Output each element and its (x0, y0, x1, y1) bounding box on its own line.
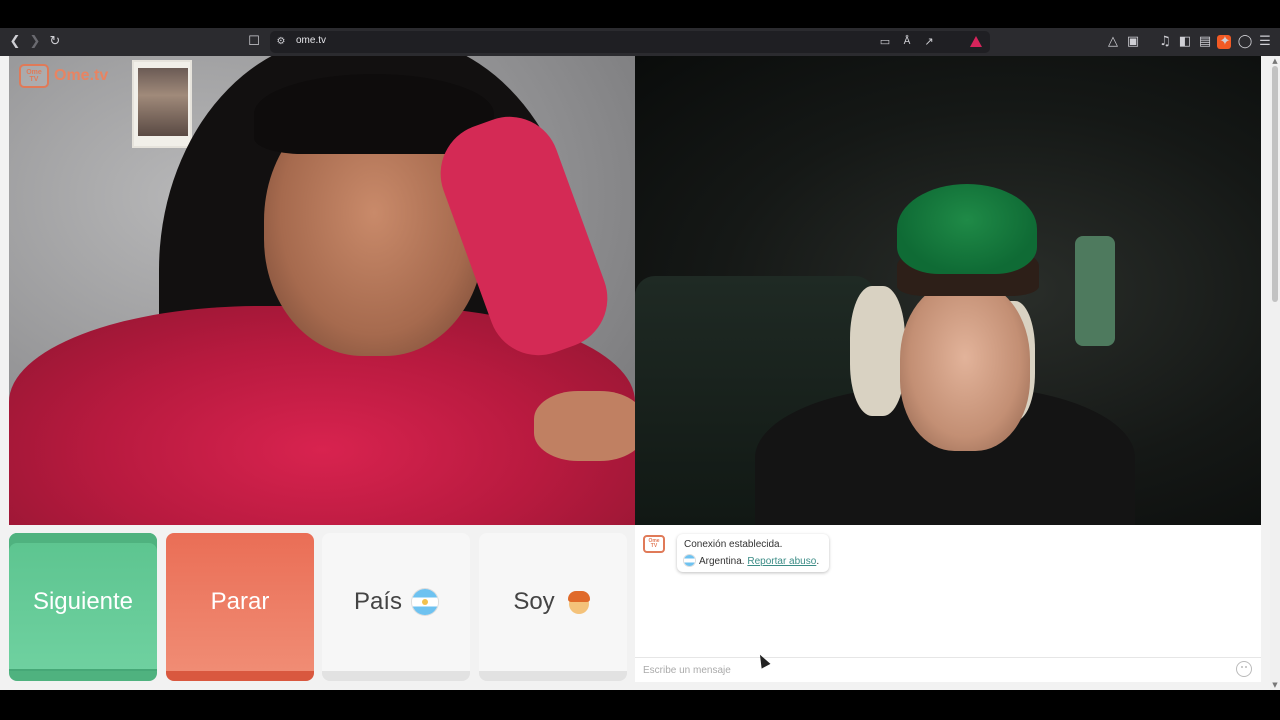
gender-button[interactable]: Soy (479, 533, 627, 681)
person-face (900, 281, 1030, 451)
gender-button-label: Soy (513, 588, 555, 615)
stop-button-label: Parar (210, 588, 270, 615)
tv-logo-icon: Ome TV (643, 535, 665, 553)
remote-video: ​ (635, 56, 1261, 525)
back-icon[interactable]: ❮ (6, 33, 24, 51)
page-scrollbar[interactable]: ▲ ▼ (1270, 56, 1280, 690)
stop-button[interactable]: Parar (166, 533, 314, 681)
scroll-down-icon[interactable]: ▼ (1270, 680, 1280, 690)
reload-icon[interactable]: ↻ (46, 33, 64, 51)
chat-panel: Ome TV Conexión establecida. Argentina. … (635, 525, 1261, 682)
report-abuse-link[interactable]: Reportar abuso (747, 556, 816, 567)
url-text: ome.tv (296, 35, 327, 46)
next-button[interactable]: Siguiente (9, 533, 157, 681)
local-video: Ome TV Ome.tv (9, 56, 635, 525)
site-logo[interactable]: Ome TV Ome.tv (19, 61, 119, 91)
window-bottom-bar (0, 690, 1280, 720)
window-top-bar (0, 0, 1280, 28)
argentina-flag-icon (684, 555, 695, 566)
address-bar[interactable]: ⚙ ome.tv ▭ Å ↗ (270, 31, 1231, 53)
system-message: Conexión establecida. Argentina. Reporta… (677, 534, 829, 572)
logo-text: Ome.tv (54, 67, 109, 84)
brave-rewards-icon[interactable] (970, 36, 982, 47)
share-icon[interactable]: ↗ (920, 33, 938, 51)
cast-icon[interactable]: ▭ (876, 33, 894, 51)
forward-icon[interactable]: ❯ (26, 33, 44, 51)
tv-logo-icon: Ome TV (19, 64, 49, 88)
wall-poster (132, 60, 192, 148)
next-button-label: Siguiente (32, 588, 134, 615)
emoji-icon[interactable] (1236, 661, 1252, 677)
scroll-up-icon[interactable]: ▲ (1270, 56, 1280, 66)
translate-icon[interactable]: Å (898, 33, 916, 51)
extensions-icon[interactable]: △ (1104, 33, 1122, 51)
argentina-flag-icon (412, 589, 439, 615)
green-cap (897, 184, 1037, 274)
wallet-icon[interactable]: ▤ (1196, 33, 1214, 51)
country-button[interactable]: País (322, 533, 470, 681)
connection-status: Conexión establecida. (684, 539, 783, 550)
vpn-icon[interactable]: ◯ (1236, 33, 1254, 51)
scroll-thumb[interactable] (1272, 66, 1278, 302)
menu-icon[interactable]: ☰ (1256, 33, 1274, 51)
site-settings-icon[interactable]: ⚙ (272, 33, 290, 51)
leo-ai-icon[interactable]: ✦ (1216, 33, 1234, 51)
media-icon[interactable]: ♫ (1156, 33, 1174, 51)
bookmark-icon[interactable]: ☐ (245, 33, 263, 51)
partner-country: Argentina. (699, 556, 745, 567)
country-button-label: País (353, 588, 403, 615)
screenshot-icon[interactable]: ▣ (1124, 33, 1142, 51)
boy-emoji-icon (565, 588, 593, 616)
sidebar-icon[interactable]: ◧ (1176, 33, 1194, 51)
browser-toolbar: ❮ ❯ ↻ ☐ ⚙ ome.tv ▭ Å ↗ △ ▣ ♫ ◧ ▤ ✦ ◯ ☰ (0, 28, 1280, 56)
message-input[interactable] (643, 662, 1223, 678)
page-content: Ome TV Ome.tv ​ Siguiente Parar País Soy… (0, 56, 1270, 690)
